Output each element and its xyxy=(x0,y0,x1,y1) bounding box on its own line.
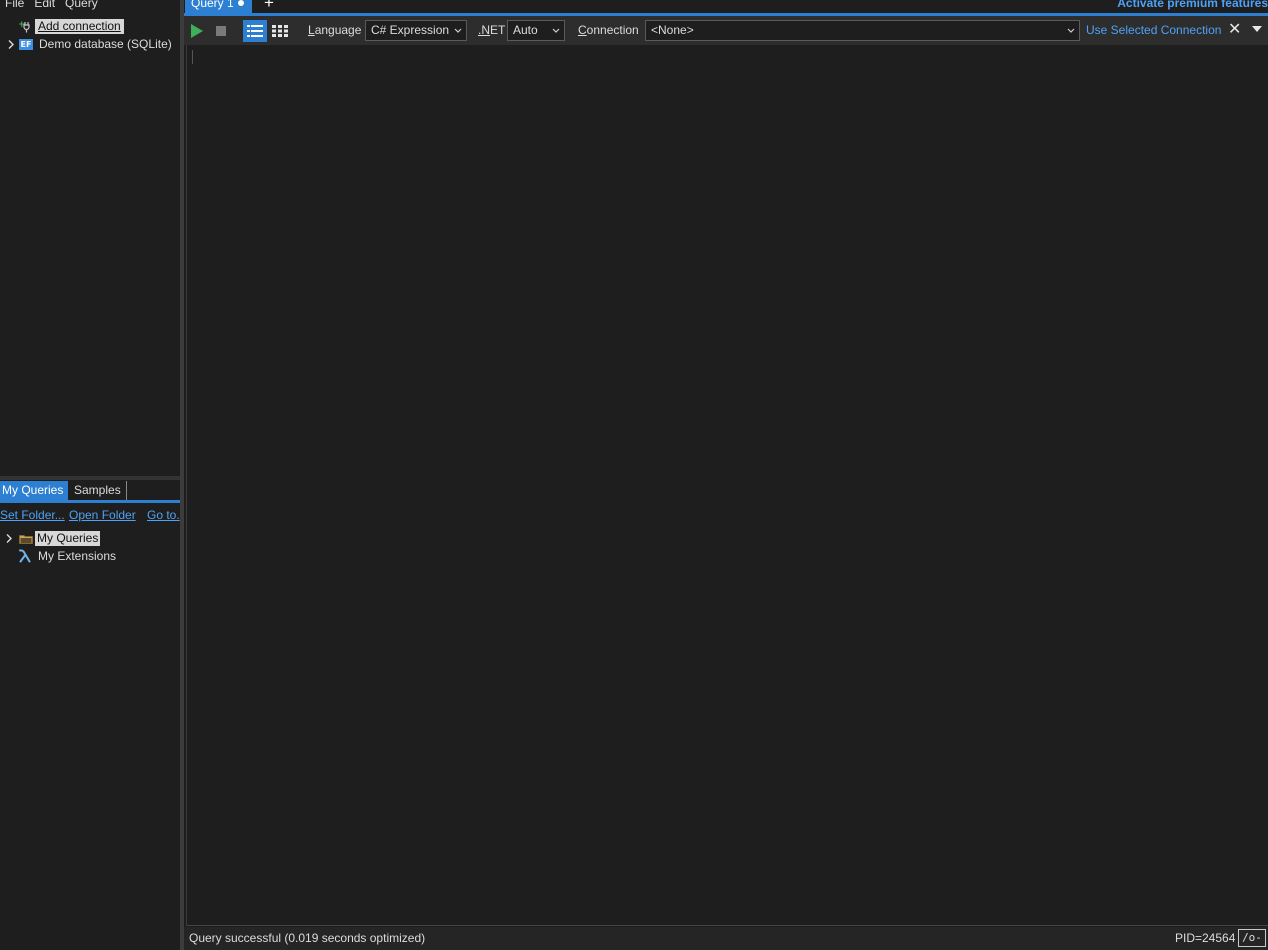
chevron-right-icon[interactable] xyxy=(6,39,16,49)
horizontal-splitter[interactable] xyxy=(0,476,180,480)
tab-my-queries[interactable]: My Queries xyxy=(0,481,68,500)
language-label-text: anguage xyxy=(314,23,362,37)
chevron-down-icon xyxy=(552,21,560,47)
tree-item-my-queries[interactable]: My Queries xyxy=(4,529,101,547)
optimize-toggle-button[interactable]: /o- xyxy=(1238,929,1266,947)
entity-framework-icon: EF xyxy=(19,38,33,50)
data-grid-results-button[interactable] xyxy=(269,20,291,42)
left-panel: File Edit Query + Add connection EF Demo… xyxy=(0,0,180,950)
unsaved-dot-icon xyxy=(237,0,244,6)
query-toolbar: Language C# Expression .NET Auto Connect… xyxy=(184,16,1268,45)
connection-select[interactable]: <None> xyxy=(645,20,1080,41)
tree-item-my-extensions[interactable]: My Extensions xyxy=(18,547,116,565)
tab-samples[interactable]: Samples xyxy=(71,481,127,500)
menu-bar: File Edit Query xyxy=(0,0,180,12)
language-label: Language xyxy=(308,23,361,38)
menu-edit[interactable]: Edit xyxy=(29,0,60,12)
chevron-down-icon xyxy=(1067,21,1075,47)
add-connection-icon: + xyxy=(18,19,32,33)
chevron-down-icon xyxy=(454,21,462,47)
query-folder-links: Set Folder... Open Folder Go to. xyxy=(0,508,180,524)
menu-file[interactable]: File xyxy=(0,0,29,12)
query-editor[interactable] xyxy=(186,45,1268,926)
lambda-icon xyxy=(18,549,32,563)
add-connection-link[interactable]: Add connection xyxy=(35,18,124,34)
status-message: Query successful (0.019 seconds optimize… xyxy=(189,931,426,945)
language-select[interactable]: C# Expression xyxy=(365,20,467,41)
goto-link[interactable]: Go to. xyxy=(147,508,180,522)
dotnet-version-select[interactable]: Auto xyxy=(507,20,565,41)
connection-item-demo-database[interactable]: EF Demo database (SQLite) xyxy=(6,35,172,53)
connection-select-value: <None> xyxy=(651,23,694,37)
menu-query[interactable]: Query xyxy=(60,0,103,12)
run-button[interactable] xyxy=(190,23,204,39)
rich-text-results-button[interactable] xyxy=(243,20,267,42)
tree-item-label: My Queries xyxy=(35,530,101,546)
folder-icon xyxy=(19,533,33,544)
dotnet-label-mnemonic: .N xyxy=(478,23,490,37)
add-connection-row[interactable]: + Add connection xyxy=(18,17,124,35)
language-select-value: C# Expression xyxy=(371,23,450,37)
list-view-icon xyxy=(247,25,263,37)
tab-label: Query 1 xyxy=(191,0,234,10)
tree-item-label: My Extensions xyxy=(38,549,117,563)
connection-label-text: onnection xyxy=(586,23,639,37)
tab-query-1[interactable]: Query 1 xyxy=(185,0,252,13)
open-folder-link[interactable]: Open Folder xyxy=(69,508,136,522)
chevron-right-icon[interactable] xyxy=(4,533,14,543)
grid-icon xyxy=(272,25,288,37)
query-tab-bar: Query 1 + Activate premium features xyxy=(184,0,1268,16)
connection-label-mnemonic: C xyxy=(578,23,587,37)
process-id: PID=24564 xyxy=(1175,931,1236,945)
editor-caret xyxy=(192,50,193,64)
use-selected-connection-link[interactable]: Use Selected Connection xyxy=(1086,23,1221,38)
query-panel-tabs: My Queries Samples xyxy=(0,481,180,503)
dotnet-label: .NET xyxy=(478,23,505,38)
close-icon[interactable]: ✕ xyxy=(1228,21,1241,39)
connection-label: Connection xyxy=(578,23,639,38)
new-tab-button[interactable]: + xyxy=(264,0,274,11)
activate-premium-link[interactable]: Activate premium features xyxy=(1117,0,1268,10)
dotnet-select-value: Auto xyxy=(513,23,538,37)
language-label-mnemonic: L xyxy=(308,23,315,37)
connection-item-label: Demo database (SQLite) xyxy=(39,37,172,51)
status-bar: Query successful (0.019 seconds optimize… xyxy=(184,927,1268,950)
set-folder-link[interactable]: Set Folder... xyxy=(0,508,65,522)
stop-button[interactable] xyxy=(216,26,226,36)
vertical-splitter[interactable] xyxy=(180,0,184,950)
toolbar-menu-dropdown-icon[interactable] xyxy=(1251,22,1263,36)
dotnet-label-text: ET xyxy=(490,23,506,37)
